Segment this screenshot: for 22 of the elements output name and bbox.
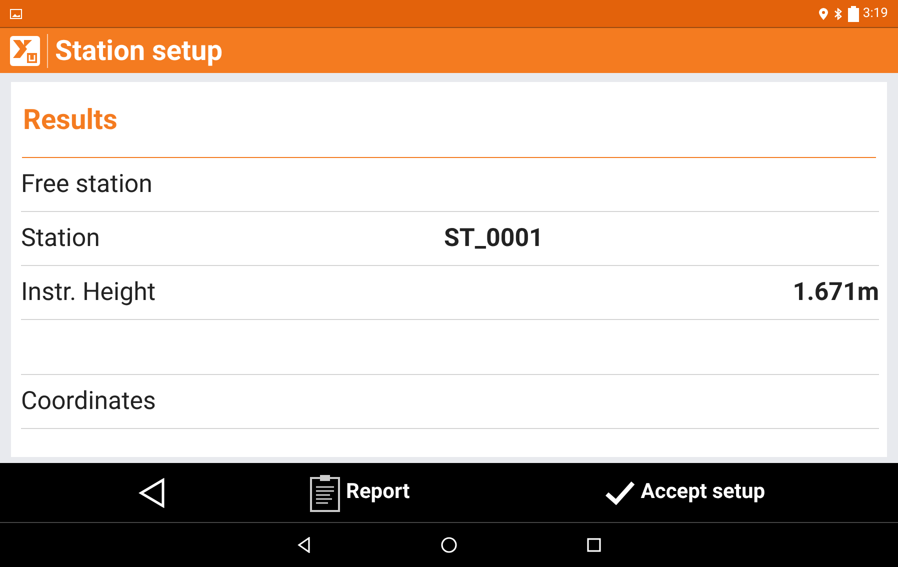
clock-time: 3:19 <box>862 4 888 23</box>
app-logo-icon <box>10 36 40 66</box>
row-label: Coordinates <box>21 386 156 418</box>
back-arrow-icon <box>138 478 166 508</box>
location-icon <box>818 8 828 20</box>
check-icon <box>604 480 635 504</box>
report-button[interactable]: Report <box>310 474 410 512</box>
section-title: Results <box>23 102 118 138</box>
battery-icon <box>848 6 859 22</box>
row-label: Instr. Height <box>21 276 156 309</box>
image-notification-icon <box>10 8 22 18</box>
home-icon[interactable] <box>441 537 457 553</box>
screen-title: Station setup <box>55 32 222 68</box>
row-label: Free station <box>21 168 152 201</box>
clipboard-icon <box>310 474 340 512</box>
recents-icon[interactable] <box>587 538 601 552</box>
back-icon[interactable] <box>297 537 311 553</box>
row-label: Station <box>21 222 100 255</box>
row-value: 1.671m <box>792 276 879 309</box>
row-value: ST_0001 <box>444 222 544 255</box>
accept-setup-button[interactable]: Accept setup <box>604 476 766 508</box>
bluetooth-icon <box>834 8 842 20</box>
